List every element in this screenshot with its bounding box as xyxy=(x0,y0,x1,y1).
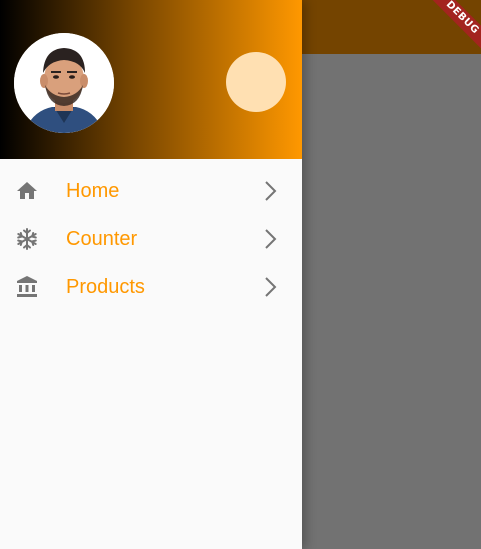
profile-photo xyxy=(14,33,114,133)
drawer-item-home[interactable]: Home xyxy=(0,167,302,215)
avatar[interactable] xyxy=(14,33,114,133)
home-icon xyxy=(14,178,40,204)
drawer-item-products[interactable]: Products xyxy=(0,263,302,311)
secondary-avatar[interactable] xyxy=(226,52,286,112)
chevron-right-icon xyxy=(258,179,282,203)
drawer-item-label: Counter xyxy=(66,227,138,250)
chevron-right-icon xyxy=(258,227,282,251)
drawer-menu: Home Counter Products xyxy=(0,167,302,311)
navigation-drawer: Home Counter Products xyxy=(0,0,302,549)
drawer-header xyxy=(0,0,302,159)
drawer-item-label: Home xyxy=(66,179,120,202)
bank-icon xyxy=(14,274,40,300)
chevron-right-icon xyxy=(258,275,282,299)
drawer-item-label: Products xyxy=(66,275,145,298)
drawer-item-counter[interactable]: Counter xyxy=(0,215,302,263)
snowflake-icon xyxy=(14,226,40,252)
